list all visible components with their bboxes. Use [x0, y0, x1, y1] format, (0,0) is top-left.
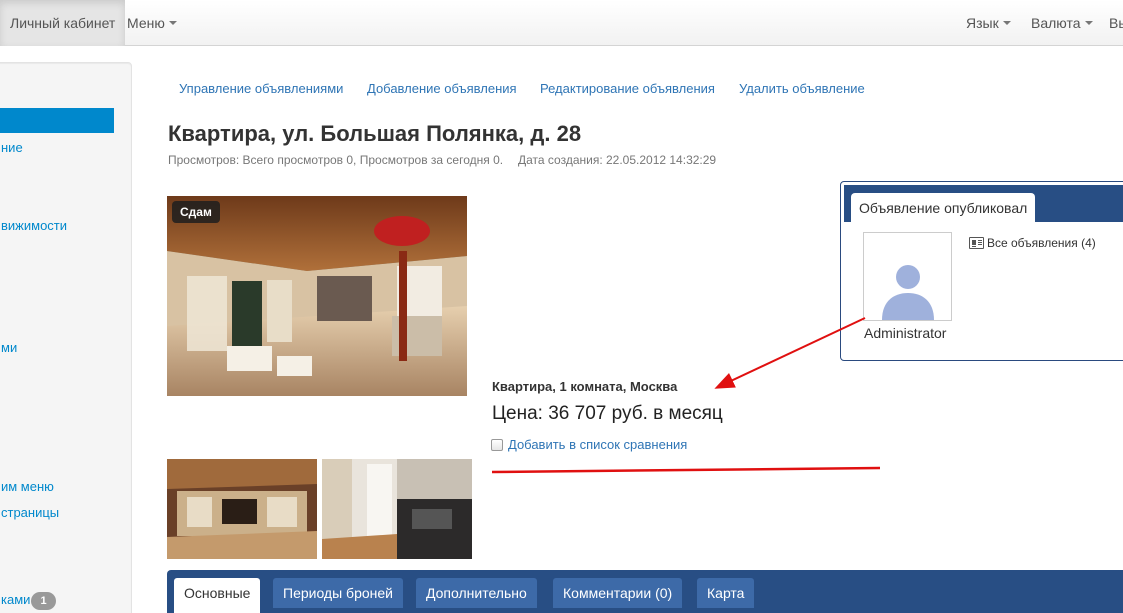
user-silhouette-icon	[882, 265, 934, 320]
tab-main[interactable]: Основные	[174, 578, 261, 613]
listing-type: Квартира, 1 комната, Москва	[492, 379, 678, 394]
tab-bookings[interactable]: Периоды броней	[273, 578, 403, 608]
nav-language[interactable]: Язык	[966, 0, 1011, 46]
sidebar-item-4[interactable]: им меню	[1, 479, 54, 494]
tab-map[interactable]: Карта	[697, 578, 755, 608]
page-title: Квартира, ул. Большая Полянка, д. 28	[168, 121, 582, 146]
main-photo[interactable]	[167, 196, 467, 396]
subnav-edit-link[interactable]: Редактирование объявления	[540, 81, 715, 96]
listing-price: Цена: 36 707 руб. в месяц	[492, 403, 723, 424]
caret-down-icon	[1002, 21, 1011, 26]
all-ads-link[interactable]: Все объявления (4)	[969, 236, 1096, 250]
nav-exit[interactable]: Вы	[1109, 0, 1123, 46]
sidebar-item-2[interactable]: вижимости	[1, 218, 67, 233]
tab-additional[interactable]: Дополнительно	[416, 578, 537, 608]
nav-currency[interactable]: Валюта	[1031, 0, 1093, 46]
views-info: Просмотров: Всего просмотров 0, Просмотр…	[168, 153, 504, 167]
annotation-underline	[491, 466, 881, 474]
sidebar-item-3[interactable]: ми	[1, 340, 17, 355]
nav-currency-label: Валюта	[1031, 15, 1081, 31]
rent-badge: Сдам	[172, 201, 220, 223]
sidebar-item-1[interactable]: ние	[1, 140, 23, 155]
thumbnail-1-image	[167, 459, 317, 559]
all-ads-label: Все объявления (4)	[987, 236, 1096, 250]
caret-down-icon	[1084, 21, 1093, 26]
sidebar-item-5[interactable]: страницы	[1, 505, 59, 520]
thumbnail-2-image	[322, 459, 472, 559]
avatar[interactable]	[863, 232, 952, 321]
compare-link[interactable]: Добавить в список сравнения	[508, 437, 687, 452]
nav-account[interactable]: Личный кабинет	[0, 0, 126, 46]
sidebar-item-active[interactable]	[0, 108, 114, 133]
publisher-panel-header: Объявление опубликовал	[844, 185, 1123, 223]
room-photo-image	[167, 196, 467, 396]
newspaper-icon	[969, 237, 984, 249]
created-date: Дата создания: 22.05.2012 14:32:29	[518, 153, 717, 167]
top-navbar: Личный кабинет Меню Язык Валюта Вы	[0, 0, 1123, 46]
tab-comments[interactable]: Комментарии (0)	[553, 578, 683, 608]
compare-toggle[interactable]: Добавить в список сравнения	[491, 437, 687, 452]
nav-language-label: Язык	[966, 15, 999, 31]
subnav-add-link[interactable]: Добавление объявления	[367, 81, 517, 96]
subnav-delete-link[interactable]: Удалить объявление	[739, 81, 865, 96]
subnav-manage-link[interactable]: Управление объявлениями	[179, 81, 343, 96]
thumbnail-2[interactable]	[322, 459, 472, 559]
sidebar-item-6[interactable]: ками	[1, 592, 30, 607]
thumbnail-1[interactable]	[167, 459, 317, 559]
publisher-tab[interactable]: Объявление опубликовал	[851, 193, 1036, 223]
caret-down-icon	[168, 21, 177, 26]
compare-checkbox[interactable]	[491, 439, 503, 451]
publisher-name: Administrator	[864, 325, 947, 341]
sidebar: ние вижимости ми им меню страницы ками 1	[0, 62, 132, 613]
count-badge: 1	[31, 592, 56, 610]
nav-menu-label: Меню	[127, 15, 165, 31]
nav-menu[interactable]: Меню	[127, 0, 177, 46]
